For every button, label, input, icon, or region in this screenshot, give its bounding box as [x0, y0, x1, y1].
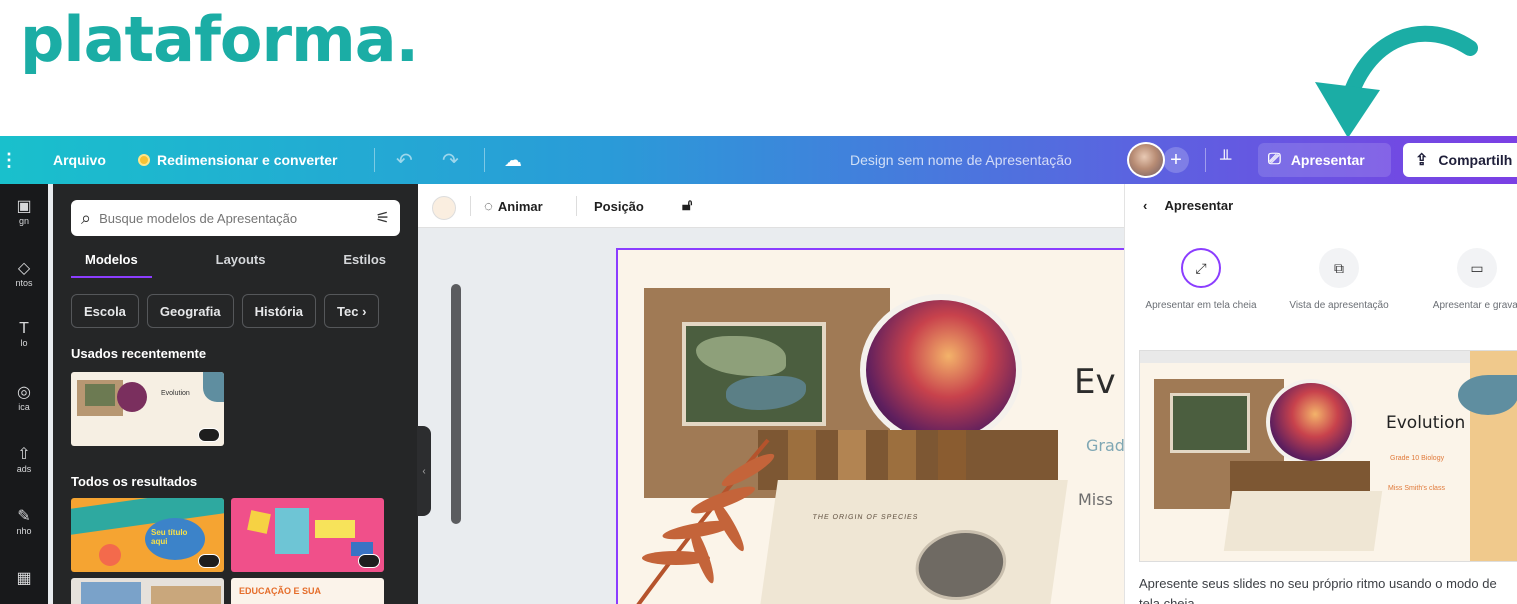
fern-leaf-icon — [636, 438, 775, 604]
present-label: Apresentar — [1290, 152, 1365, 168]
option-fullscreen[interactable]: ⤢ Apresentar em tela cheia — [1141, 248, 1261, 313]
record-icon: ▭ — [1457, 248, 1497, 288]
rail-item-elements[interactable]: ◇ ntos — [0, 246, 48, 306]
resize-button[interactable]: Redimensionar e converter — [138, 136, 338, 184]
template-result-1[interactable]: Seu título aqui — [71, 498, 224, 572]
chip-geografia[interactable]: Geografia — [146, 294, 234, 328]
resize-label: Redimensionar e converter — [157, 152, 338, 168]
present-panel: ‹ Apresentar ⤢ Apresentar em tela cheia … — [1124, 184, 1517, 604]
divider — [374, 148, 375, 172]
present-description: Apresente seus slides no seu próprio rit… — [1139, 576, 1497, 604]
darwin-portrait — [910, 530, 1011, 600]
collapse-panel-handle[interactable]: ‹ — [417, 426, 431, 516]
avatar[interactable] — [1127, 142, 1165, 178]
rail-item-draw[interactable]: ✎ nho — [0, 494, 48, 554]
slide-subtitle: Grad — [1086, 436, 1125, 455]
redo-icon[interactable]: ↷ — [442, 136, 459, 184]
divider — [484, 148, 485, 172]
preview-title: Evolution — [1386, 413, 1466, 433]
background-color-swatch[interactable] — [432, 196, 456, 220]
templates-panel: ⌕ ⚟ Modelos Layouts Estilos Escola Geogr… — [53, 184, 461, 604]
text-icon: T — [19, 320, 29, 337]
tab-models[interactable]: Modelos — [71, 252, 152, 278]
animate-icon: ◌ — [484, 197, 493, 215]
open-book: THE ORIGIN OF SPECIES — [758, 480, 1068, 604]
recent-heading: Usados recentemente — [71, 346, 207, 361]
pen-icon: ✎ — [17, 508, 31, 525]
category-chips: Escola Geografia História Tec › — [71, 294, 380, 328]
upload-cloud-icon: ⇧ — [17, 446, 31, 463]
panel-tabs: Modelos Layouts Estilos — [71, 252, 400, 278]
undo-icon[interactable]: ↶ — [396, 136, 413, 184]
curved-arrow-icon — [1315, 25, 1478, 138]
fullscreen-icon: ⤢ — [1181, 248, 1221, 288]
template-search[interactable]: ⌕ ⚟ — [71, 200, 400, 236]
dna-image — [860, 294, 1022, 446]
pro-badge — [198, 428, 220, 442]
rail-item-more[interactable]: ▦ — [0, 556, 48, 604]
template-result-3[interactable] — [71, 578, 224, 604]
search-input[interactable] — [99, 210, 340, 226]
option-present-record[interactable]: ▭ Apresentar e gravar — [1417, 248, 1517, 313]
recent-template-thumb[interactable]: Evolution — [71, 372, 224, 446]
template-result-2[interactable] — [231, 498, 384, 572]
filter-icon[interactable]: ⚟ — [376, 208, 390, 228]
crown-icon — [138, 154, 150, 166]
canva-editor: ⋮ Arquivo Redimensionar e converter ↶ ↷ … — [0, 136, 1517, 604]
option-presenter-view[interactable]: ⧉ Vista de apresentação — [1279, 248, 1399, 313]
side-rail: ▣ gn ◇ ntos Tlo ◎ ica ⇧ ads ✎ nho ▦ — [0, 184, 48, 604]
lock-icon[interactable]: 🔓︎ — [682, 184, 692, 228]
present-button[interactable]: ⎚ Apresentar — [1258, 143, 1391, 177]
back-chevron-icon[interactable]: ‹ — [1143, 198, 1147, 213]
present-icon: ⎚ — [1268, 151, 1281, 168]
present-panel-header: ‹ Apresentar — [1143, 198, 1234, 213]
pro-badge — [358, 554, 380, 568]
divider — [470, 196, 471, 216]
chip-escola[interactable]: Escola — [71, 294, 139, 328]
top-bar: ⋮ Arquivo Redimensionar e converter ↶ ↷ … — [0, 136, 1517, 184]
panel-scrollbar[interactable] — [451, 284, 461, 524]
caption-heading: plataforma. — [20, 3, 419, 76]
brand-icon: ◎ — [17, 384, 31, 401]
chip-historia[interactable]: História — [241, 294, 317, 328]
apps-icon: ▦ — [16, 570, 32, 587]
layout-icon: ▣ — [16, 198, 32, 215]
pro-badge — [198, 554, 220, 568]
dinosaur-image — [682, 322, 826, 426]
rail-item-text[interactable]: Tlo — [0, 308, 48, 368]
presenter-view-icon: ⧉ — [1319, 248, 1359, 288]
search-icon: ⌕ — [81, 207, 92, 228]
share-button[interactable]: ⇪ Compartilh — [1403, 143, 1517, 177]
rail-item-uploads[interactable]: ⇧ ads — [0, 432, 48, 492]
chip-tecnologia[interactable]: Tec › — [324, 294, 380, 328]
animate-button[interactable]: ◌ Animar — [484, 184, 543, 228]
animate-label: Animar — [497, 198, 543, 214]
rail-item-design[interactable]: ▣ gn — [0, 184, 48, 244]
document-title[interactable]: Design sem nome de Apresentação — [850, 136, 1072, 184]
tab-styles[interactable]: Estilos — [329, 252, 400, 278]
slide-preview: Evolution Grade 10 Biology Miss Smith's … — [1139, 350, 1517, 562]
cloud-save-icon[interactable]: ☁ — [504, 136, 522, 184]
shapes-icon: ◇ — [17, 260, 31, 277]
rail-item-brand[interactable]: ◎ ica — [0, 370, 48, 430]
tab-layouts[interactable]: Layouts — [202, 252, 280, 278]
divider — [576, 196, 577, 216]
position-button[interactable]: Posição — [594, 184, 644, 228]
upload-icon: ⇪ — [1415, 152, 1429, 169]
slide-canvas[interactable]: THE ORIGIN OF SPECIES Ev Grad Miss — [616, 248, 1136, 604]
file-menu[interactable]: Arquivo — [53, 136, 106, 184]
all-results-heading: Todos os resultados — [71, 474, 198, 489]
slide-author: Miss — [1078, 490, 1113, 509]
insights-icon[interactable]: ╨ — [1220, 136, 1231, 184]
template-result-4[interactable]: EDUCAÇÃO E SUA — [231, 578, 384, 604]
canvas-toolbar: ◌ Animar Posição 🔓︎ — [418, 184, 1128, 228]
add-collaborator-button[interactable]: + — [1163, 147, 1189, 173]
divider — [1205, 148, 1206, 172]
slide-title: Ev — [1074, 362, 1116, 402]
hamburger-icon[interactable]: ⋮ — [0, 136, 18, 184]
share-label: Compartilh — [1438, 152, 1513, 168]
